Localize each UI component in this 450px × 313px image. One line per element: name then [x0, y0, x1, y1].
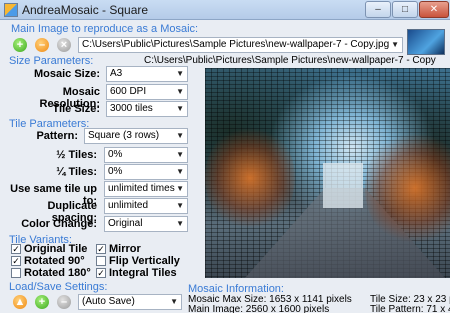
main-image-section-label: Main Image to reproduce as a Mosaic: — [11, 23, 199, 35]
integral-tiles-label: Integral Tiles — [109, 267, 177, 279]
minus-icon: – — [38, 39, 46, 51]
color-change-select[interactable]: Original ▼ — [104, 216, 188, 232]
tile-size-value: 3000 tiles — [110, 103, 153, 114]
same-tile-value: unlimited times — [108, 183, 175, 194]
load-settings-button[interactable]: ▲ — [13, 295, 27, 309]
mirror-checkbox[interactable]: ✓ — [96, 244, 106, 254]
tile-parameters-section-label: Tile Parameters: — [9, 118, 90, 130]
chevron-down-icon: ▼ — [170, 297, 178, 306]
mosaic-resolution-select[interactable]: 600 DPI ▼ — [106, 84, 188, 100]
flip-vertically-checkbox[interactable] — [96, 256, 106, 266]
maximize-button[interactable]: □ — [392, 1, 418, 18]
half-tiles-value: 0% — [108, 149, 123, 160]
tile-size-label: Tile Size: — [52, 103, 100, 115]
mosaic-preview[interactable] — [205, 68, 450, 278]
chevron-down-icon: ▼ — [176, 184, 184, 193]
clear-image-button[interactable]: × — [57, 38, 71, 52]
load-save-section-label: Load/Save Settings: — [9, 281, 108, 293]
chevron-down-icon: ▼ — [176, 167, 184, 176]
quarter-tiles-select[interactable]: 0% ▼ — [104, 164, 188, 180]
color-change-label: Color Change: — [21, 218, 97, 230]
chevron-down-icon: ▼ — [176, 201, 184, 210]
integral-tiles-checkbox[interactable]: ✓ — [96, 268, 106, 278]
rotated-90-label: Rotated 90° — [24, 255, 85, 267]
main-image-thumbnail[interactable] — [407, 29, 445, 55]
plus-icon: + — [16, 39, 24, 51]
rotated-180-label: Rotated 180° — [24, 267, 91, 279]
quarter-tiles-value: 0% — [108, 166, 123, 177]
main-image-path-value: C:\Users\Public\Pictures\Sample Pictures… — [82, 39, 390, 50]
size-parameters-section-label: Size Parameters: — [9, 55, 94, 67]
duplicate-spacing-select[interactable]: unlimited ▼ — [104, 198, 188, 214]
tile-size-select[interactable]: 3000 tiles ▼ — [106, 101, 188, 117]
preview-building — [323, 163, 363, 208]
load-save-value: (Auto Save) — [82, 296, 135, 307]
save-settings-button[interactable]: + — [35, 295, 49, 309]
app-icon — [4, 3, 18, 17]
mosaic-size-value: A3 — [110, 68, 123, 79]
delete-settings-button[interactable]: – — [57, 295, 71, 309]
duplicate-spacing-value: unlimited — [108, 200, 149, 211]
remove-image-button[interactable]: – — [35, 38, 49, 52]
quarter-tiles-label: ¼ Tiles: — [56, 166, 97, 178]
tile-pattern-info: Tile Pattern: 71 x 4 — [370, 304, 450, 313]
chevron-down-icon: ▼ — [176, 104, 184, 113]
window-title: AndreaMosaic - Square — [22, 3, 149, 17]
flip-vertically-label: Flip Vertically — [109, 255, 180, 267]
rotated-180-checkbox[interactable] — [11, 268, 21, 278]
mosaic-size-select[interactable]: A3 ▼ — [106, 66, 188, 82]
main-image-path-select[interactable]: C:\Users\Public\Pictures\Sample Pictures… — [78, 37, 403, 53]
chevron-down-icon: ▼ — [176, 219, 184, 228]
chevron-down-icon: ▼ — [391, 40, 399, 49]
pattern-label: Pattern: — [36, 130, 78, 142]
main-image-size: Main Image: 2560 x 1600 pixels — [188, 304, 330, 313]
load-save-select[interactable]: (Auto Save) ▼ — [78, 294, 182, 310]
mosaic-resolution-value: 600 DPI — [110, 86, 147, 97]
color-change-value: Original — [108, 218, 143, 229]
original-tile-checkbox[interactable]: ✓ — [11, 244, 21, 254]
original-tile-label: Original Tile — [24, 243, 88, 255]
rotated-90-checkbox[interactable]: ✓ — [11, 256, 21, 266]
half-tiles-label: ½ Tiles: — [56, 149, 97, 161]
close-icon: × — [60, 39, 68, 51]
mosaic-size-label: Mosaic Size: — [33, 68, 100, 80]
half-tiles-select[interactable]: 0% ▼ — [104, 147, 188, 163]
chevron-down-icon: ▼ — [176, 69, 184, 78]
add-image-button[interactable]: + — [13, 38, 27, 52]
chevron-down-icon: ▼ — [176, 131, 184, 140]
minus-icon: – — [60, 296, 68, 308]
mirror-label: Mirror — [109, 243, 141, 255]
plus-icon: + — [38, 296, 46, 308]
close-window-button[interactable]: ✕ — [419, 1, 449, 18]
main-image-path-caption: C:\Users\Public\Pictures\Sample Pictures… — [144, 55, 436, 66]
minimize-button[interactable]: – — [365, 1, 391, 18]
arrow-up-icon: ▲ — [14, 296, 26, 308]
preview-autumn-tree-left — [205, 123, 295, 233]
chevron-down-icon: ▼ — [176, 87, 184, 96]
pattern-value: Square (3 rows) — [88, 130, 160, 141]
chevron-down-icon: ▼ — [176, 150, 184, 159]
same-tile-select[interactable]: unlimited times ▼ — [104, 181, 188, 197]
pattern-select[interactable]: Square (3 rows) ▼ — [84, 128, 188, 144]
